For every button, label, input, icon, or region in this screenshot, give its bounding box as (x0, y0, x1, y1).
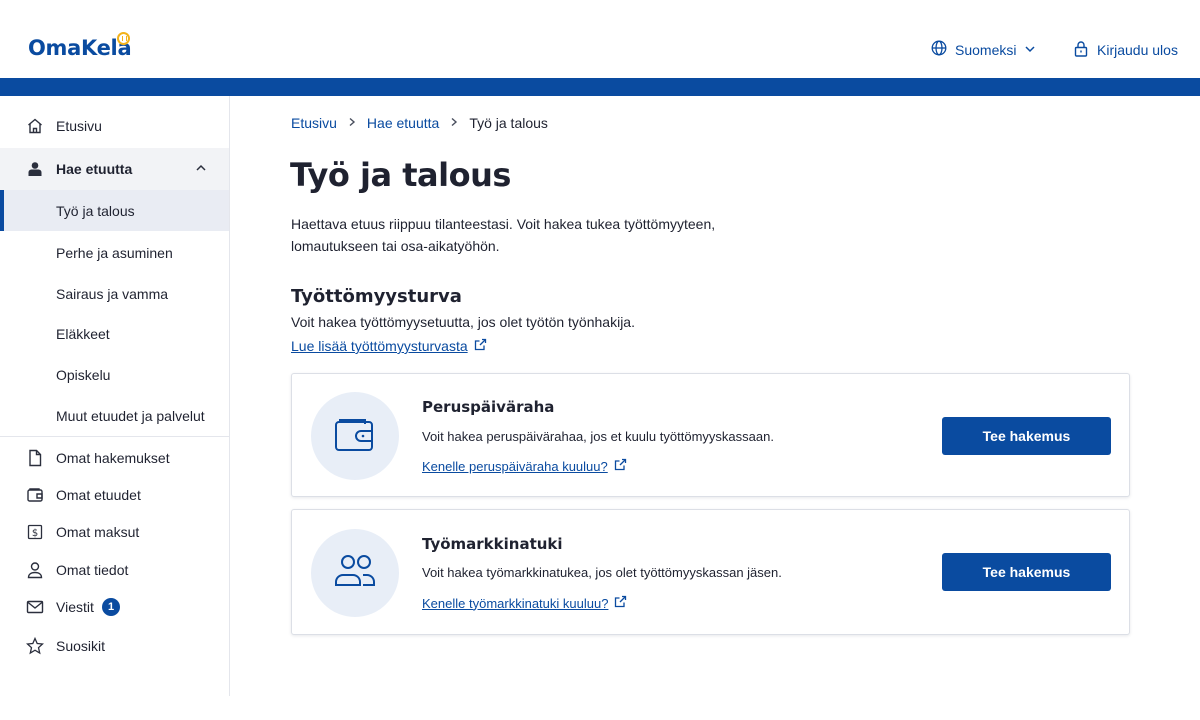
sidebar-item-label: Sairaus ja vamma (56, 285, 169, 302)
sidebar-item-hae-etuutta[interactable]: Hae etuutta (0, 148, 229, 190)
chevron-right-icon (347, 116, 357, 130)
sidebar-item-omat-maksut[interactable]: $ Omat maksut (0, 513, 229, 551)
sidebar-divider (0, 436, 229, 437)
benefit-card-peruspaivaraha: Peruspäiväraha Voit hakea peruspäiväraha… (291, 373, 1130, 497)
logo-badge-icon (117, 32, 130, 45)
sidebar-item-sairaus-ja-vamma[interactable]: Sairaus ja vamma (0, 273, 229, 314)
breadcrumb-hae-etuutta[interactable]: Hae etuutta (367, 115, 439, 131)
home-icon (26, 117, 44, 135)
svg-text:$: $ (32, 528, 38, 539)
mail-icon (26, 598, 44, 616)
intro-line: Haettava etuus riippuu tilanteestasi. Vo… (291, 216, 716, 232)
language-selector[interactable]: Suomeksi (931, 40, 1036, 59)
intro-line: lomautukseen tai osa-aikatyöhön. (291, 238, 500, 254)
sidebar-item-label: Hae etuutta (56, 161, 133, 177)
header-band (0, 78, 1200, 96)
globe-icon (931, 40, 947, 59)
sidebar-item-label: Omat maksut (56, 524, 140, 540)
star-icon (26, 637, 44, 655)
sidebar-item-opiskelu[interactable]: Opiskelu (0, 354, 229, 395)
breadcrumb: Etusivu Hae etuutta Työ ja talous (291, 115, 548, 131)
sidebar-item-viestit[interactable]: Viestit 1 (0, 588, 229, 626)
wallet-icon (333, 414, 377, 459)
people-icon (333, 553, 377, 594)
sidebar-item-label: Muut etuudet ja palvelut (56, 407, 205, 424)
section-description: Voit hakea työttömyysetuutta, jos olet t… (291, 314, 635, 330)
sidebar-item-label: Omat hakemukset (56, 450, 170, 466)
external-link-icon (474, 338, 487, 354)
link-label: Lue lisää työttömyysturvasta (291, 338, 468, 354)
sidebar-item-etusivu[interactable]: Etusivu (0, 106, 229, 146)
sidebar-item-label: Eläkkeet (56, 325, 110, 342)
card-title: Työmarkkinatuki (422, 535, 563, 553)
lock-icon (1073, 40, 1089, 60)
logout-button[interactable]: Kirjaudu ulos (1073, 40, 1178, 60)
top-header: OmaKela Suomeksi Kirjaudu ulos (0, 0, 1200, 78)
sidebar-item-label: Suosikit (56, 638, 106, 654)
section-title: Työttömyysturva (291, 286, 462, 307)
chevron-down-icon (1024, 42, 1036, 58)
breadcrumb-current: Työ ja talous (469, 115, 548, 131)
card-title: Peruspäiväraha (422, 398, 555, 416)
card-info-link[interactable]: Kenelle työmarkkinatuki kuuluu? (422, 595, 627, 611)
chevron-right-icon (449, 116, 459, 130)
sidebar-item-perhe-ja-asuminen[interactable]: Perhe ja asuminen (0, 232, 229, 273)
language-label: Suomeksi (955, 41, 1017, 58)
person-stamp-icon (26, 160, 44, 178)
sidebar-item-label: Omat tiedot (56, 562, 129, 578)
sidebar-nav: Etusivu Hae etuutta Työ ja talous Perhe … (0, 96, 230, 696)
sidebar-item-tyo-ja-talous[interactable]: Työ ja talous (0, 190, 229, 231)
apply-button[interactable]: Tee hakemus (942, 417, 1111, 455)
sidebar-item-suosikit[interactable]: Suosikit (0, 627, 229, 665)
card-icon-circle (311, 392, 399, 480)
sidebar-item-omat-hakemukset[interactable]: Omat hakemukset (0, 439, 229, 477)
breadcrumb-etusivu[interactable]: Etusivu (291, 115, 337, 131)
benefit-card-tyomarkkinatuki: Työmarkkinatuki Voit hakea työmarkkinatu… (291, 509, 1130, 635)
omakela-logo[interactable]: OmaKela (28, 36, 132, 60)
external-link-icon (614, 458, 627, 474)
link-label: Kenelle peruspäiväraha kuuluu? (422, 458, 608, 474)
card-icon-circle (311, 529, 399, 617)
card-description: Voit hakea työmarkkinatukea, jos olet ty… (422, 565, 782, 580)
sidebar-item-omat-etuudet[interactable]: Omat etuudet (0, 476, 229, 514)
sidebar-item-label: Perhe ja asuminen (56, 244, 173, 261)
logout-label: Kirjaudu ulos (1097, 42, 1178, 58)
section-read-more-link[interactable]: Lue lisää työttömyysturvasta (291, 338, 487, 354)
sidebar-item-label: Viestit (56, 599, 94, 615)
page-title: Työ ja talous (290, 156, 511, 194)
sidebar-item-label: Omat etuudet (56, 487, 141, 503)
link-label: Kenelle työmarkkinatuki kuuluu? (422, 595, 609, 611)
sidebar-item-label: Opiskelu (56, 366, 111, 383)
sidebar-item-elakkeet[interactable]: Eläkkeet (0, 313, 229, 354)
card-description: Voit hakea peruspäivärahaa, jos et kuulu… (422, 429, 774, 444)
sidebar-item-muut-etuudet[interactable]: Muut etuudet ja palvelut (0, 395, 229, 436)
apply-button[interactable]: Tee hakemus (942, 553, 1111, 591)
dollar-icon: $ (26, 523, 44, 541)
chevron-up-icon[interactable] (195, 161, 207, 177)
document-icon (26, 449, 44, 467)
person-icon (26, 561, 44, 579)
wallet-icon (26, 486, 44, 504)
page-intro: Haettava etuus riippuu tilanteestasi. Vo… (291, 213, 731, 257)
sidebar-item-label: Työ ja talous (56, 202, 135, 219)
sidebar-item-label: Etusivu (56, 118, 102, 134)
external-link-icon (614, 595, 627, 611)
unread-count-badge: 1 (102, 598, 120, 616)
card-info-link[interactable]: Kenelle peruspäiväraha kuuluu? (422, 458, 627, 474)
sidebar-item-omat-tiedot[interactable]: Omat tiedot (0, 551, 229, 589)
